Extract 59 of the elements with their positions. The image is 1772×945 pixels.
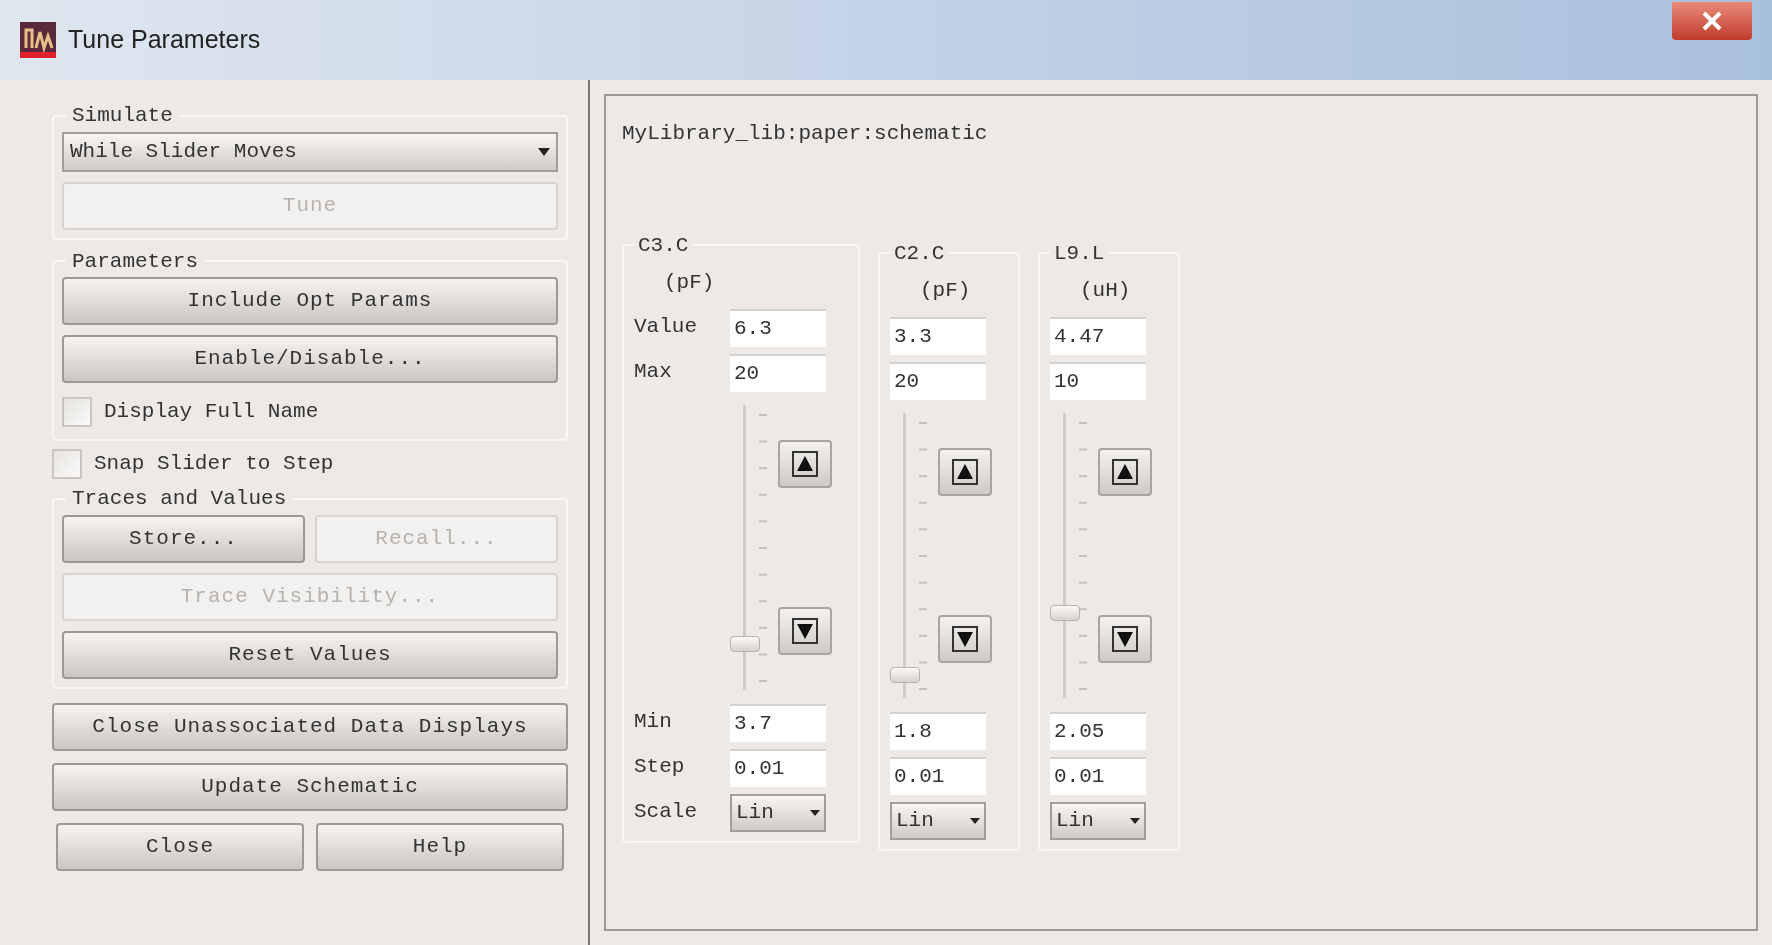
min-field[interactable]: 3.7	[730, 703, 826, 742]
button[interactable]: Help	[316, 822, 564, 871]
increment-button[interactable]	[778, 440, 832, 488]
scale-dropdown[interactable]: Lin	[1050, 801, 1146, 840]
checkbox[interactable]	[52, 449, 82, 479]
button[interactable]: Close Unassociated Data Displays	[52, 702, 568, 751]
value-field[interactable]: 3.3	[890, 316, 986, 355]
unit-label: (pF)	[664, 270, 715, 297]
app-logo-icon	[20, 22, 56, 58]
dropdown-caret-icon	[970, 817, 980, 824]
slider-thumb[interactable]	[1050, 604, 1080, 621]
step-field[interactable]: 0.01	[1050, 756, 1146, 795]
slider-thumb[interactable]	[890, 667, 920, 684]
parameter-name: C3.C	[638, 233, 689, 257]
step-field[interactable]: 0.01	[730, 748, 826, 787]
decrement-button[interactable]	[1098, 615, 1152, 663]
field-label: Value	[634, 315, 697, 338]
button[interactable]: Include Opt Params	[62, 277, 558, 325]
group-label: Parameters	[72, 249, 199, 273]
unit-label: (uH)	[1080, 278, 1131, 305]
scale-dropdown[interactable]: Lin	[730, 793, 826, 832]
decrement-button[interactable]	[778, 607, 832, 655]
max-field[interactable]: 20	[730, 353, 826, 392]
button[interactable]: Update Schematic	[52, 762, 568, 811]
simulate-dropdown[interactable]: While Slider Moves	[62, 131, 558, 172]
window-title: Tune Parameters	[68, 24, 261, 56]
increment-button[interactable]	[1098, 448, 1152, 496]
button[interactable]: Close	[56, 822, 304, 871]
max-field[interactable]: 10	[1050, 361, 1146, 400]
value-field[interactable]: 4.47	[1050, 316, 1146, 355]
decrement-button[interactable]	[938, 615, 992, 663]
max-field[interactable]: 20	[890, 361, 986, 400]
dropdown-caret-icon	[810, 809, 820, 816]
checkbox-label: Display Full Name	[104, 399, 319, 426]
min-field[interactable]: 1.8	[890, 711, 986, 750]
button[interactable]: Reset Values	[62, 630, 558, 679]
checkbox[interactable]	[62, 397, 92, 427]
close-icon[interactable]	[1672, 2, 1752, 40]
increment-button[interactable]	[938, 448, 992, 496]
group-label: Simulate	[72, 104, 173, 127]
scale-dropdown[interactable]: Lin	[890, 801, 986, 840]
button[interactable]: Store...	[62, 514, 305, 563]
dropdown-caret-icon	[538, 147, 550, 156]
checkbox-label: Snap Slider to Step	[94, 451, 334, 478]
step-field[interactable]: 0.01	[890, 756, 986, 795]
group-label: Traces and Values	[72, 487, 287, 510]
schematic-path: MyLibrary_lib:paper:schematic	[622, 121, 988, 147]
field-label: Step	[634, 755, 685, 778]
value-field[interactable]: 6.3	[730, 308, 826, 347]
field-label: Max	[634, 360, 672, 383]
slider-thumb[interactable]	[730, 636, 760, 653]
parameter-name: L9.L	[1054, 241, 1105, 265]
unit-label: (pF)	[920, 278, 971, 305]
button[interactable]: Enable/Disable...	[62, 335, 558, 383]
parameter-name: C2.C	[894, 241, 945, 265]
field-label: Scale	[634, 800, 697, 823]
field-label: Min	[634, 710, 672, 733]
dropdown-caret-icon	[1130, 817, 1140, 824]
min-field[interactable]: 2.05	[1050, 711, 1146, 750]
